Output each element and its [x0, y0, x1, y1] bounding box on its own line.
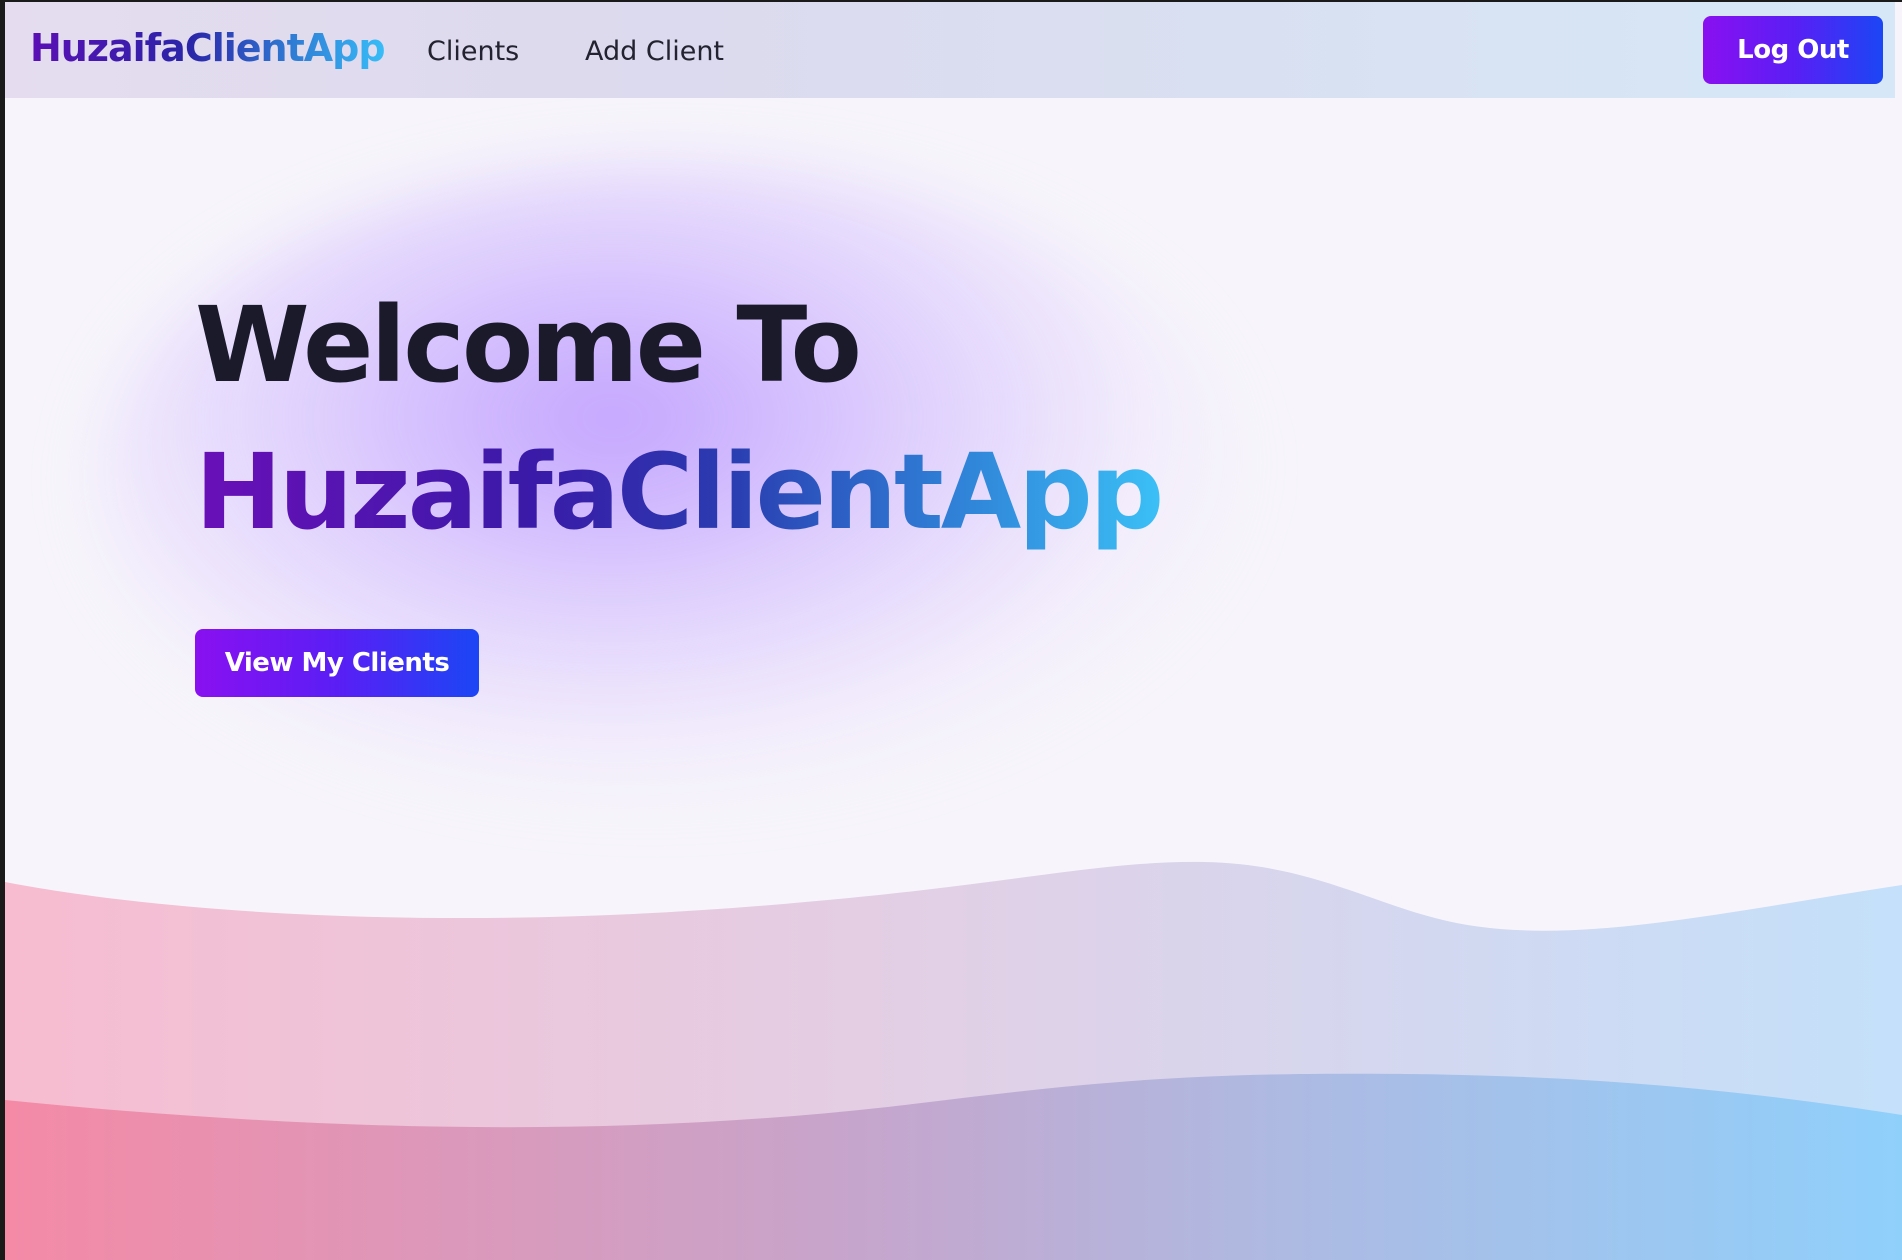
nav-link-add-client[interactable]: Add Client	[585, 32, 724, 72]
hero-title-app-name: HuzaifaClientApp	[195, 422, 1164, 562]
view-my-clients-button[interactable]: View My Clients	[195, 629, 479, 697]
nav-link-clients[interactable]: Clients	[427, 32, 519, 72]
log-out-button[interactable]: Log Out	[1703, 16, 1883, 84]
top-navbar: HuzaifaClientApp Clients Add Client Log …	[5, 2, 1895, 98]
app-viewport: HuzaifaClientApp Clients Add Client Log …	[5, 2, 1902, 1260]
background-waves	[5, 861, 1902, 1260]
hero-title-welcome: Welcome To	[195, 284, 862, 406]
brand-logo[interactable]: HuzaifaClientApp	[30, 22, 386, 74]
